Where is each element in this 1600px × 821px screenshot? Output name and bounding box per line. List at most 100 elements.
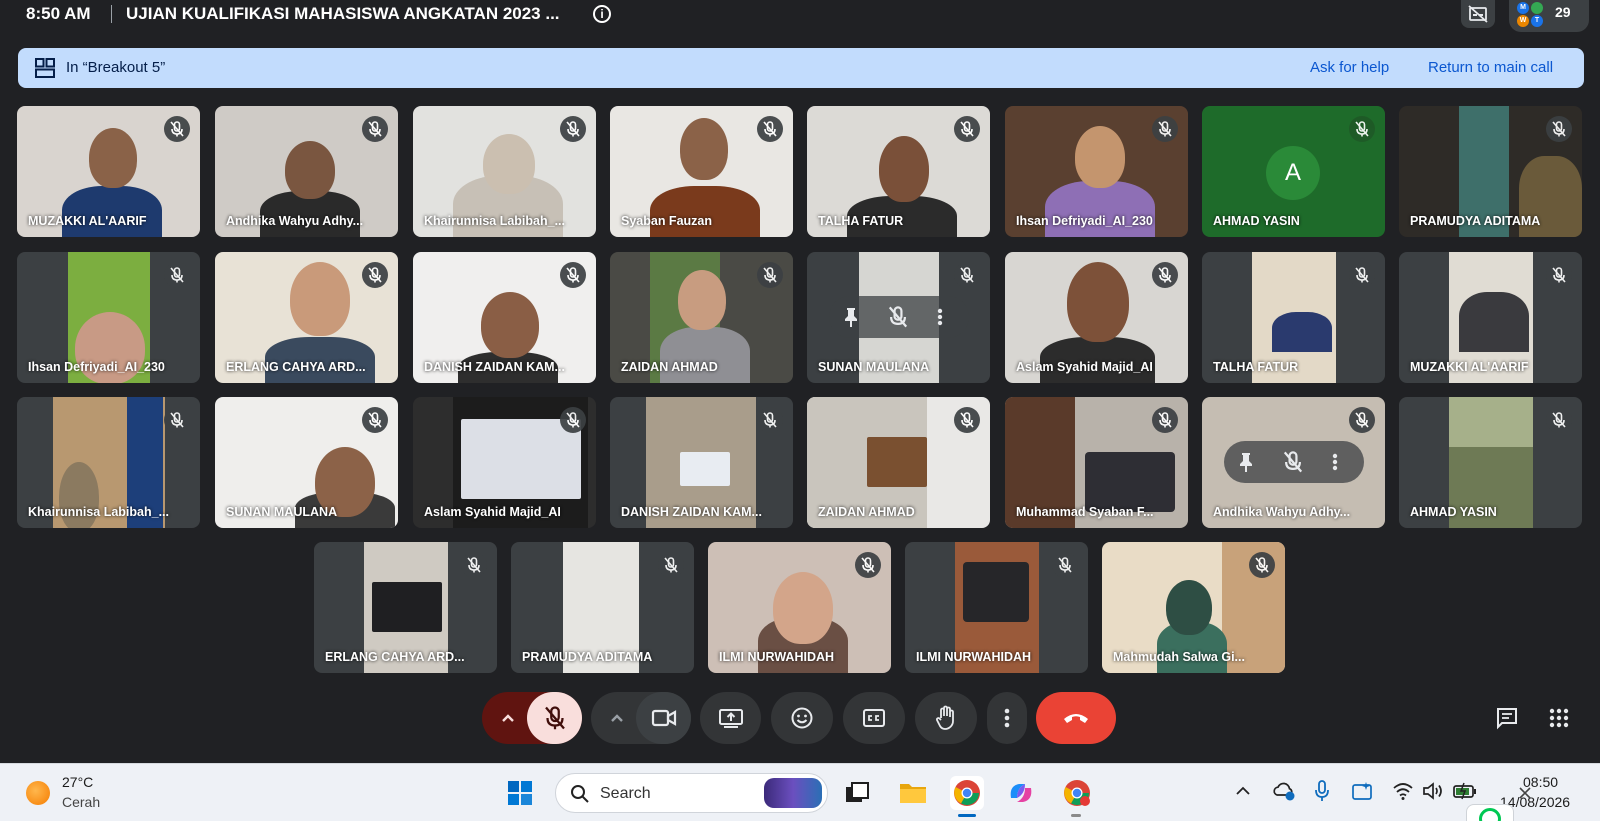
participant-tile[interactable]: Aslam Syahid Majid_AI <box>413 397 596 528</box>
participant-name: MUZAKKI AL'AARIF <box>1410 360 1529 374</box>
participant-tile[interactable]: TALHA FATUR <box>1202 252 1385 383</box>
participant-tile[interactable]: ERLANG CAHYA ARD... <box>314 542 497 673</box>
mute-participant-icon[interactable] <box>888 306 908 328</box>
audio-settings-chevron-up-icon[interactable] <box>497 707 519 729</box>
participant-tile[interactable]: Andhika Wahyu Adhy... <box>1202 397 1385 528</box>
participant-tile[interactable]: PRAMUDYA ADITAMA <box>511 542 694 673</box>
active-app-indicator <box>958 814 976 817</box>
close-icon[interactable] <box>1518 786 1532 800</box>
pin-icon[interactable] <box>841 306 861 328</box>
task-view-button[interactable] <box>840 776 874 810</box>
captions-button[interactable] <box>843 692 905 744</box>
participant-name: Andhika Wahyu Adhy... <box>1213 505 1351 519</box>
leave-call-button[interactable] <box>1036 692 1116 744</box>
mic-off-icon <box>461 552 487 578</box>
mic-off-icon <box>855 552 881 578</box>
present-screen-button[interactable] <box>700 692 761 744</box>
reactions-button[interactable] <box>771 692 833 744</box>
onedrive-icon[interactable] <box>1272 780 1296 802</box>
meeting-info-icon[interactable]: i <box>593 5 611 23</box>
top-bar-divider <box>111 5 112 23</box>
participant-tile[interactable]: Mahmudah Salwa Gi... <box>1102 542 1285 673</box>
windows-start-icon[interactable] <box>506 779 534 807</box>
participant-mini-avatar <box>1531 2 1543 14</box>
microphone-toggle-button[interactable] <box>527 692 582 744</box>
mic-off-icon <box>362 407 388 433</box>
participant-name: TALHA FATUR <box>818 214 904 228</box>
microphone-icon[interactable] <box>1313 779 1331 803</box>
closed-captions-icon <box>863 709 885 727</box>
participant-tile[interactable]: Syaban Fauzan <box>610 106 793 237</box>
return-to-main-call-button[interactable]: Return to main call <box>1428 59 1553 76</box>
mic-off-icon <box>362 116 388 142</box>
participant-name: PRAMUDYA ADITAMA <box>522 650 653 664</box>
participant-tile[interactable]: Andhika Wahyu Adhy... <box>215 106 398 237</box>
volume-icon[interactable] <box>1422 781 1444 801</box>
task-view-icon <box>846 782 869 802</box>
mic-off-icon <box>1349 407 1375 433</box>
participant-tile[interactable]: PRAMUDYA ADITAMA <box>1399 106 1582 237</box>
participant-tile[interactable]: SUNAN MAULANA <box>807 252 990 383</box>
notification-popup[interactable] <box>1466 804 1514 821</box>
participant-tile[interactable]: ZAIDAN AHMAD <box>807 397 990 528</box>
video-settings-chevron-up-icon[interactable] <box>606 707 628 729</box>
participant-name: Ihsan Defriyadi_AI_230 <box>28 360 165 374</box>
chrome-profile-button[interactable] <box>1060 776 1094 810</box>
participant-tile[interactable]: AHMAD YASIN <box>1399 397 1582 528</box>
captions-off-icon[interactable] <box>1461 0 1495 28</box>
taskbar-search-box[interactable]: Search <box>555 773 828 813</box>
battery-charging-icon[interactable] <box>1452 781 1478 801</box>
camera-toggle-button[interactable] <box>636 692 691 744</box>
mic-off-icon <box>164 262 190 288</box>
search-icon <box>571 785 589 803</box>
wifi-icon[interactable] <box>1392 781 1414 801</box>
participant-tile[interactable]: ILMI NURWAHIDAH <box>905 542 1088 673</box>
participant-tile[interactable]: MUZAKKI AL'AARIF <box>17 106 200 237</box>
activities-icon[interactable] <box>1548 707 1570 729</box>
participant-name: SUNAN MAULANA <box>818 360 930 374</box>
participant-tile[interactable]: TALHA FATUR <box>807 106 990 237</box>
pin-icon[interactable] <box>1236 451 1256 473</box>
participant-name: ERLANG CAHYA ARD... <box>325 650 465 664</box>
participant-tile[interactable]: DANISH ZAIDAN KAM... <box>610 397 793 528</box>
participant-tile[interactable]: ILMI NURWAHIDAH <box>708 542 891 673</box>
copilot-button[interactable] <box>1004 776 1038 810</box>
chat-icon[interactable] <box>1495 706 1519 730</box>
weather-description[interactable]: Cerah <box>62 794 100 810</box>
participant-name: ZAIDAN AHMAD <box>818 505 915 519</box>
ask-for-help-button[interactable]: Ask for help <box>1310 59 1389 76</box>
breakout-banner: In “Breakout 5” Ask for help Return to m… <box>18 48 1584 88</box>
participant-tile[interactable]: SUNAN MAULANA <box>215 397 398 528</box>
participant-name: TALHA FATUR <box>1213 360 1299 374</box>
windows-taskbar: 27°C Cerah Search 08:50 14/08/2026 <box>0 763 1600 821</box>
participant-tile[interactable]: DANISH ZAIDAN KAM... <box>413 252 596 383</box>
participant-tile[interactable]: A AHMAD YASIN <box>1202 106 1385 237</box>
participant-tile[interactable]: MUZAKKI AL'AARIF <box>1399 252 1582 383</box>
weather-temperature[interactable]: 27°C <box>62 774 93 790</box>
participants-button[interactable]: M W T 29 <box>1509 0 1589 32</box>
participant-tile[interactable]: Aslam Syahid Majid_AI <box>1005 252 1188 383</box>
show-hidden-icons-chevron-icon[interactable] <box>1235 784 1251 798</box>
file-explorer-button[interactable] <box>896 776 930 810</box>
participant-tile[interactable]: Ihsan Defriyadi_AI_230 <box>1005 106 1188 237</box>
participant-tile[interactable]: ZAIDAN AHMAD <box>610 252 793 383</box>
participant-tile[interactable]: Khairunnisa Labibah_... <box>413 106 596 237</box>
chrome-button[interactable] <box>950 776 984 810</box>
running-app-indicator <box>1071 814 1081 817</box>
mic-off-icon <box>1249 552 1275 578</box>
more-options-button[interactable] <box>987 692 1027 744</box>
participant-tile[interactable]: Muhammad Syaban F... <box>1005 397 1188 528</box>
mute-participant-icon[interactable] <box>1283 451 1303 473</box>
screen-capture-icon[interactable] <box>1350 780 1374 802</box>
participant-name: Aslam Syahid Majid_AI <box>1016 360 1153 374</box>
raise-hand-icon <box>936 705 954 730</box>
weather-sun-icon[interactable] <box>26 781 50 805</box>
participant-tile[interactable]: Ihsan Defriyadi_AI_230 <box>17 252 200 383</box>
participant-tile[interactable]: ERLANG CAHYA ARD... <box>215 252 398 383</box>
more-options-icon[interactable] <box>935 306 945 328</box>
participant-name: Khairunnisa Labibah_... <box>424 214 565 228</box>
raise-hand-button[interactable] <box>915 692 977 744</box>
participant-tile[interactable]: Khairunnisa Labibah_... <box>17 397 200 528</box>
participant-name: Mahmudah Salwa Gi... <box>1113 650 1245 664</box>
more-options-icon[interactable] <box>1330 451 1340 473</box>
